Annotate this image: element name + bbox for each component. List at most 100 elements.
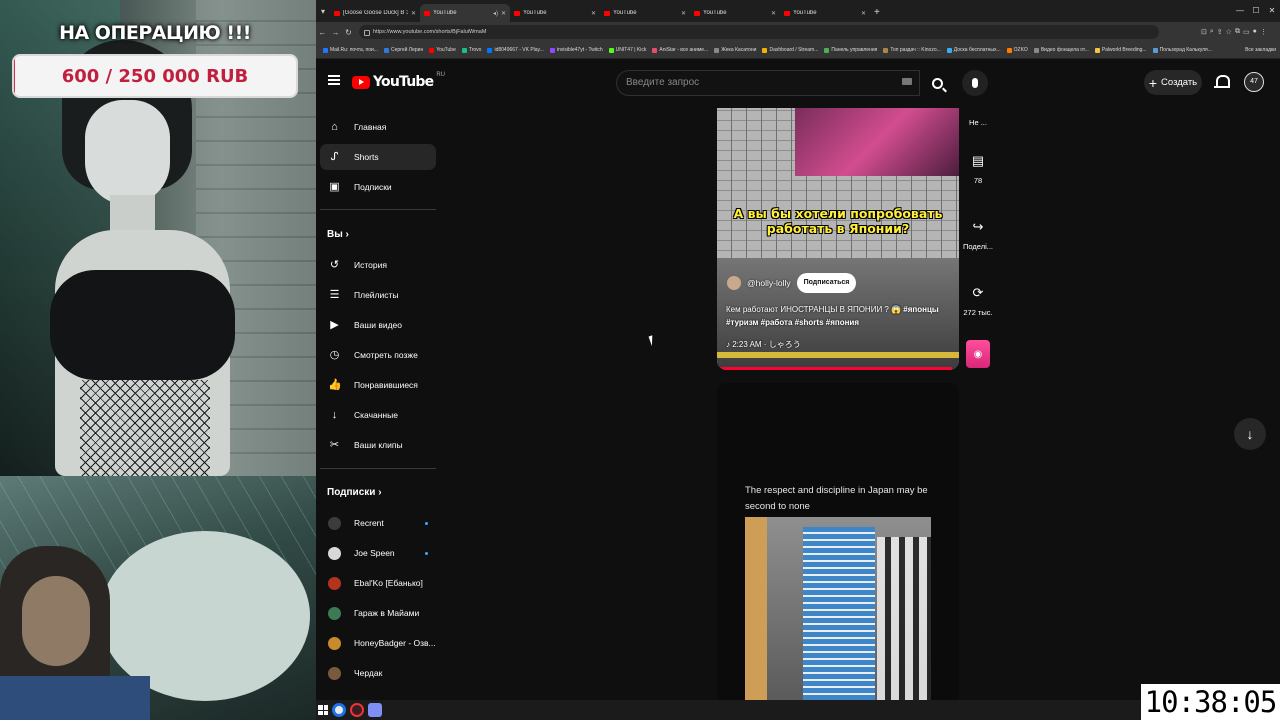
- next-short-video[interactable]: The respect and discipline in Japan may …: [717, 383, 959, 700]
- new-tab-button[interactable]: +: [870, 4, 884, 22]
- sidebar-subscription-item[interactable]: Ebal'Ko [Ебанько]: [320, 570, 436, 596]
- channel-name[interactable]: @holly-lolly: [747, 278, 791, 288]
- bookmark-item[interactable]: Mail.Ru: почта, пои...: [320, 47, 381, 53]
- speaker-icon[interactable]: ◂): [493, 10, 498, 17]
- remix-action[interactable]: ⟳ 272 тыс.: [960, 280, 996, 317]
- bookmark-item[interactable]: id8049667 - VK Play...: [484, 47, 546, 53]
- remix-icon[interactable]: ⟳: [965, 280, 991, 306]
- bookmark-item[interactable]: UNIT47 | Kick: [606, 47, 650, 53]
- forward-icon[interactable]: →: [329, 28, 342, 37]
- sidebar-subscription-item[interactable]: Joe Speen: [320, 540, 436, 566]
- sidebar-subscription-item[interactable]: Recrent: [320, 510, 436, 536]
- short-video-player[interactable]: А вы бы хотели попробовать работать в Яп…: [717, 108, 959, 370]
- short-music[interactable]: ♪ 2:23 AM · しゃろう: [726, 339, 801, 350]
- back-icon[interactable]: ←: [316, 28, 329, 37]
- sound-action[interactable]: ◉: [960, 340, 996, 368]
- bookmark-item[interactable]: Dashboard / Stream...: [759, 47, 821, 53]
- close-tab-icon[interactable]: ✕: [771, 10, 776, 17]
- obs-taskbar-icon[interactable]: [350, 703, 364, 717]
- sidebar-item-shorts[interactable]: ᔑ Shorts: [320, 144, 436, 170]
- close-tab-icon[interactable]: ✕: [861, 10, 866, 17]
- comments-icon[interactable]: ▤: [965, 148, 991, 174]
- bookmark-item[interactable]: Топ раздач :: Kinozo...: [880, 47, 943, 53]
- close-tab-icon[interactable]: ✕: [681, 10, 686, 17]
- sidebar-item-downloads[interactable]: ↓ Скачанные: [320, 402, 436, 428]
- browser-tab[interactable]: YouTube ✕: [510, 4, 600, 22]
- bookmark-item[interactable]: YouTube: [426, 47, 459, 53]
- comments-action[interactable]: ▤ 78: [960, 148, 996, 185]
- close-tab-icon[interactable]: ✕: [591, 10, 596, 17]
- browser-tab[interactable]: YouTube ✕: [600, 4, 690, 22]
- subscribe-button[interactable]: Подписаться: [796, 273, 857, 293]
- channel-avatar[interactable]: [727, 276, 741, 290]
- bookmark-favicon-icon: [1033, 47, 1039, 53]
- browser-tab[interactable]: [Goose Goose Duck] В ЭТОМ✕: [330, 4, 420, 22]
- voice-search-icon[interactable]: [962, 70, 988, 96]
- dislike-action[interactable]: Не ...: [960, 108, 996, 127]
- close-window-icon[interactable]: ✕: [1264, 0, 1280, 22]
- browser-tab-active[interactable]: YouTube ◂) ✕: [420, 4, 510, 22]
- short-title[interactable]: Кем работают ИНОСТРАНЦЫ В ЯПОНИИ ? 😱 #яп…: [726, 303, 951, 329]
- share-icon[interactable]: ↪: [965, 214, 991, 240]
- tab-search-icon[interactable]: ▾: [316, 0, 330, 22]
- windows-start-icon[interactable]: [318, 705, 328, 715]
- notifications-bell-icon[interactable]: [1214, 74, 1230, 90]
- bookmark-item[interactable]: Пользорад Калькуля...: [1150, 47, 1215, 53]
- bookmark-item[interactable]: AniStar - все аниме...: [649, 47, 711, 53]
- app-taskbar-icon[interactable]: [368, 703, 382, 717]
- sidebar-item-watch-later[interactable]: ◷ Смотреть позже: [320, 342, 436, 368]
- sidebar-item-subscriptions[interactable]: ▣ Подписки: [320, 174, 436, 200]
- profile-icon[interactable]: ●: [1253, 28, 1257, 36]
- bookmark-item[interactable]: invisible47yt - Twitch: [547, 47, 606, 53]
- sidebar-subs-header[interactable]: Подписки ›: [327, 487, 382, 498]
- youtube-logo[interactable]: YouTube RU: [352, 72, 445, 90]
- bookmark-item[interactable]: Жека Касатони: [711, 47, 759, 53]
- short-progress-bar[interactable]: [717, 367, 952, 370]
- search-button[interactable]: [922, 70, 952, 96]
- chrome-taskbar-icon[interactable]: [332, 703, 346, 717]
- browser-tab[interactable]: YouTube ✕: [690, 4, 780, 22]
- menu-icon[interactable]: ⋮: [1260, 28, 1267, 36]
- sidebar-subscription-item[interactable]: HoneyBadger - Озв...: [320, 630, 436, 656]
- sidebar-subscription-item[interactable]: Гараж в Майами: [320, 600, 436, 626]
- bookmark-star-icon[interactable]: ☆: [1226, 28, 1232, 36]
- bookmark-item[interactable]: Доска бесплатных...: [944, 47, 1004, 53]
- avatar[interactable]: 47: [1244, 72, 1264, 92]
- keyboard-icon[interactable]: [902, 78, 912, 85]
- maximize-icon[interactable]: ☐: [1248, 0, 1264, 22]
- next-short-button[interactable]: ↓: [1234, 418, 1266, 450]
- install-icon[interactable]: ⊡: [1201, 28, 1207, 36]
- share-page-icon[interactable]: ⇪: [1217, 28, 1223, 36]
- close-tab-icon[interactable]: ✕: [501, 10, 506, 17]
- close-tab-icon[interactable]: ✕: [411, 10, 416, 17]
- sidebar-item-home[interactable]: ⌂ Главная: [320, 114, 436, 140]
- bookmark-item[interactable]: OZKO: [1004, 47, 1031, 53]
- sidebar-subscription-item[interactable]: Чердак: [320, 660, 436, 686]
- sidebar-item-clips[interactable]: ✂ Ваши клипы: [320, 432, 436, 458]
- bookmark-item[interactable]: Palworld Breeding...: [1092, 47, 1150, 53]
- all-bookmarks-button[interactable]: Все закладки: [1245, 42, 1276, 58]
- sound-thumbnail-icon[interactable]: ◉: [966, 340, 990, 368]
- create-button[interactable]: + Создать: [1144, 70, 1202, 95]
- extensions-icon[interactable]: ⧉: [1235, 28, 1240, 36]
- bookmark-item[interactable]: Сергей Лерин: [381, 47, 426, 53]
- url-field[interactable]: https://www.youtube.com/shorts/BjFaluiWm…: [359, 25, 1159, 39]
- sidebar-item-playlists[interactable]: ☰ Плейлисты: [320, 282, 436, 308]
- minimize-icon[interactable]: —: [1232, 0, 1248, 22]
- bookmark-item[interactable]: Видео фонщела от...: [1031, 47, 1092, 53]
- browser-tab[interactable]: YouTube ✕: [780, 4, 870, 22]
- sidebar-item-your-videos[interactable]: ▶ Ваши видео: [320, 312, 436, 338]
- zoom-icon[interactable]: ⌕: [1210, 28, 1214, 36]
- sidebar-you-header[interactable]: Вы ›: [327, 229, 349, 240]
- bookmark-item[interactable]: Панель управления: [821, 47, 880, 53]
- bookmark-favicon-icon: [549, 47, 555, 53]
- sidebar-item-history[interactable]: ↺ История: [320, 252, 436, 278]
- hamburger-menu-icon[interactable]: [328, 75, 340, 85]
- reload-icon[interactable]: ↻: [342, 28, 355, 37]
- bookmarks-bar: Mail.Ru: почта, пои... Сергей Лерин YouTub…: [316, 42, 1280, 59]
- sidebar-icon[interactable]: ▭: [1243, 28, 1250, 36]
- share-action[interactable]: ↪ Поделі...: [960, 214, 996, 251]
- sidebar-item-liked[interactable]: 👍 Понравившиеся: [320, 372, 436, 398]
- search-input[interactable]: Введите запрос: [616, 70, 920, 96]
- bookmark-item[interactable]: Trovo: [459, 47, 485, 53]
